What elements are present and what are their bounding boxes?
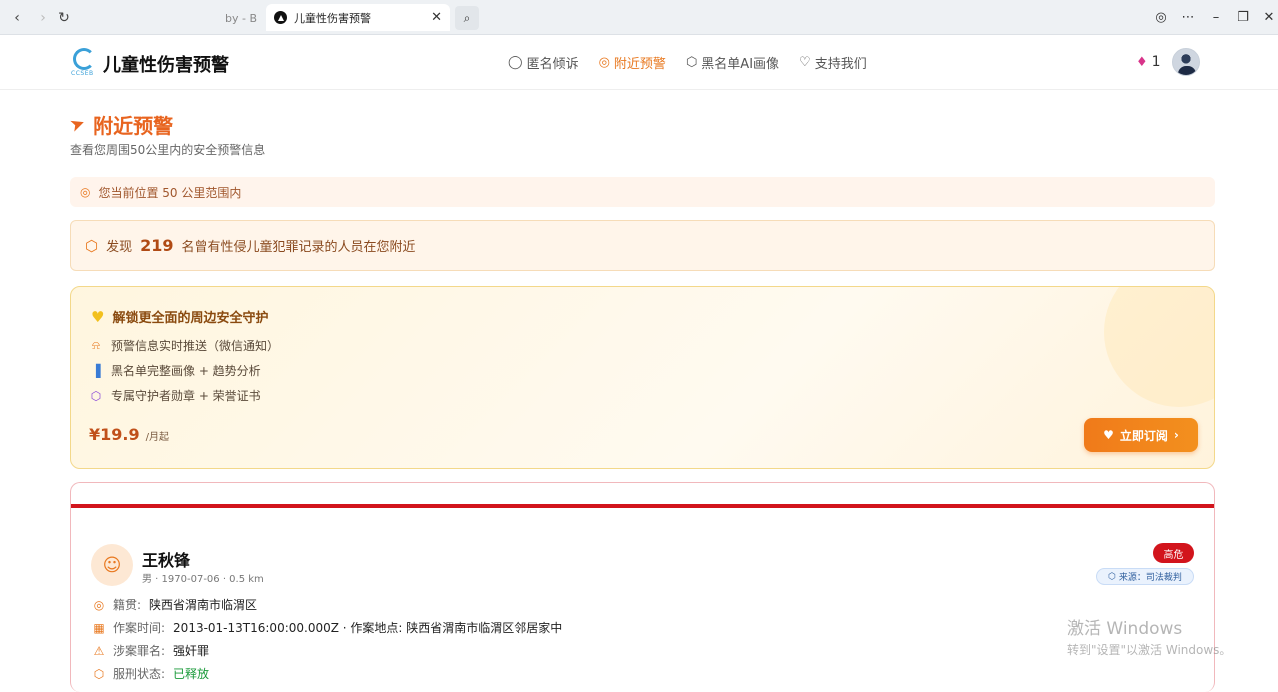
tab-search-icon[interactable]: ⌕	[455, 6, 479, 30]
tab-title: 儿童性伤害预警	[294, 11, 371, 25]
found-suffix: 名曾有性侵儿童犯罪记录的人员在您附近	[181, 240, 416, 255]
page-heading: ➤ 附近预警	[66, 110, 174, 139]
navigation-arrow-icon: ➤	[66, 112, 89, 137]
subscription-promo-card: ♥ 解锁更全面的周边安全守护 ⍾ 预警信息实时推送（微信通知） ▐ 黑名单完整画…	[70, 286, 1215, 469]
feature-text: 预警信息实时推送（微信通知）	[111, 339, 280, 353]
shield-icon: ⬡	[90, 388, 102, 403]
nav-item-blacklist-ai[interactable]: ⬡ 黑名单AI画像	[686, 53, 779, 72]
page-subtitle: 查看您周围50公里内的安全预警信息	[70, 143, 266, 157]
current-location-bar: ◎ 您当前位置 50 公里范围内	[70, 177, 1215, 207]
location-pin-icon: ◎	[598, 55, 610, 70]
found-count: 219	[140, 236, 174, 255]
main-nav: ◯ 匿名倾诉 ◎ 附近预警 ⬡ 黑名单AI画像 ♡ 支持我们	[508, 53, 867, 72]
shield-icon: ⬡	[1108, 571, 1116, 582]
restore-icon[interactable]: ❐	[1232, 0, 1254, 35]
chevron-right-icon: ›	[1173, 428, 1179, 442]
chat-icon: ◯	[508, 55, 523, 70]
offender-name: 王秋锋	[142, 551, 191, 570]
browser-tab-active[interactable]: 儿童性伤害预警 ✕	[266, 4, 450, 31]
source-badge: ⬡ 来源：司法裁判	[1096, 568, 1194, 585]
nav-label: 附近预警	[613, 57, 666, 72]
nav-label: 支持我们	[814, 57, 867, 72]
nav-item-support-us[interactable]: ♡ 支持我们	[799, 53, 867, 72]
close-window-icon[interactable]: ✕	[1258, 0, 1278, 35]
risk-badge: 高危	[1153, 543, 1194, 563]
promo-feature-profile: ▐ 黑名单完整画像 + 趋势分析	[89, 362, 261, 379]
detail-crime-time: ▦ 作案时间: 2013-01-13T16:00:00.000Z · 作案地点:…	[93, 619, 562, 636]
back-icon[interactable]: ‹	[8, 0, 26, 35]
detail-value: 2013-01-13T16:00:00.000Z · 作案地点: 陕西省渭南市临…	[173, 621, 563, 635]
person-icon: ☺	[91, 544, 133, 586]
detail-hometown: ◎ 籍贯: 陕西省渭南市临渭区	[93, 596, 257, 613]
feature-text: 专属守护者勋章 + 荣誉证书	[111, 389, 261, 403]
shield-icon: ⬡	[93, 666, 105, 681]
watermark-line1: 激活 Windows	[1067, 619, 1183, 639]
detail-value: 陕西省渭南市临渭区	[149, 598, 258, 612]
site-title[interactable]: 儿童性伤害预警	[103, 51, 229, 77]
more-options-icon[interactable]: ⋯	[1177, 0, 1199, 35]
heart-icon: ♥	[91, 307, 105, 326]
promo-title-text: 解锁更全面的周边安全守护	[112, 311, 269, 326]
forward-icon[interactable]: ›	[34, 0, 52, 35]
promo-feature-push: ⍾ 预警信息实时推送（微信通知）	[89, 337, 279, 354]
gem-icon: ♦	[1136, 54, 1148, 70]
offender-meta: 男 · 1970-07-06 · 0.5 km	[142, 574, 264, 585]
heart-icon: ♡	[799, 55, 811, 70]
nav-label: 黑名单AI画像	[701, 57, 780, 72]
promo-feature-badge: ⬡ 专属守护者勋章 + 荣誉证书	[89, 387, 261, 404]
bar-chart-icon: ▐	[91, 363, 101, 378]
location-text: 您当前位置 50 公里范围内	[98, 185, 242, 200]
offender-card[interactable]: ☺ 王秋锋 男 · 1970-07-06 · 0.5 km 高危 ⬡ 来源：司法…	[70, 482, 1215, 692]
points-counter[interactable]: ♦ 1	[1136, 54, 1161, 70]
decorative-circle	[1104, 287, 1214, 407]
points-value: 1	[1151, 54, 1161, 70]
site-header: CCSEB 儿童性伤害预警 ◯ 匿名倾诉 ◎ 附近预警 ⬡ 黑名单AI画像 ♡ …	[0, 35, 1278, 90]
promo-price: ¥19.9 /月起	[89, 425, 169, 444]
detail-value: 强奸罪	[173, 644, 210, 658]
found-count-alert: ⬡ 发现 219 名曾有性侵儿童犯罪记录的人员在您附近	[70, 220, 1215, 271]
site-favicon-icon	[274, 11, 287, 24]
heart-icon: ♥	[1103, 428, 1114, 442]
price-unit: /月起	[145, 432, 169, 443]
logo-text: CCSEB	[71, 70, 94, 77]
price-value: ¥19.9	[89, 425, 140, 444]
logo-mark-icon	[73, 48, 95, 70]
source-text: 来源：司法裁判	[1118, 573, 1182, 583]
bell-icon: ⍾	[92, 338, 100, 352]
minimize-icon[interactable]: –	[1205, 0, 1227, 35]
feature-text: 黑名单完整画像 + 趋势分析	[111, 364, 261, 378]
reload-icon[interactable]: ↻	[56, 0, 72, 35]
calendar-icon: ▦	[93, 620, 105, 635]
page-title: 附近预警	[93, 114, 174, 138]
subscribe-button[interactable]: ♥ 立即订阅 ›	[1084, 418, 1198, 452]
nav-item-anonymous-talk[interactable]: ◯ 匿名倾诉	[508, 53, 579, 72]
site-logo[interactable]: CCSEB	[71, 48, 97, 78]
warning-icon: ⚠	[93, 643, 105, 658]
risk-stripe	[71, 504, 1214, 508]
browser-toolbar: ‹ › ↻ by - B 儿童性伤害预警 ✕ ⌕ ◎ ⋯ – ❐ ✕	[0, 0, 1278, 35]
globe-icon[interactable]: ◎	[1150, 0, 1172, 35]
nav-label: 匿名倾诉	[526, 57, 579, 72]
browser-tab-previous[interactable]: by - B	[75, 6, 261, 30]
location-pin-icon: ◎	[80, 185, 91, 199]
nav-item-nearby-alerts[interactable]: ◎ 附近预警	[599, 53, 666, 72]
location-pin-icon: ◎	[93, 597, 105, 612]
detail-value: 已释放	[173, 667, 210, 681]
detail-label: 服刑状态:	[113, 667, 166, 681]
user-avatar[interactable]	[1172, 48, 1200, 76]
shield-icon: ⬡	[685, 55, 698, 70]
subscribe-label: 立即订阅	[1119, 428, 1168, 443]
watermark-line2: 转到"设置"以激活 Windows。	[1067, 643, 1232, 657]
promo-title: ♥ 解锁更全面的周边安全守护	[91, 307, 269, 327]
detail-charge: ⚠ 涉案罪名: 强奸罪	[93, 642, 209, 659]
found-prefix: 发现	[106, 240, 133, 255]
detail-label: 籍贯:	[113, 598, 142, 612]
windows-activation-watermark: 激活 Windows 转到"设置"以激活 Windows。	[1067, 614, 1231, 658]
close-tab-icon[interactable]: ✕	[431, 10, 442, 25]
detail-label: 作案时间:	[113, 621, 166, 635]
shield-icon: ⬡	[85, 236, 99, 255]
detail-sentence-status: ⬡ 服刑状态: 已释放	[93, 665, 209, 682]
detail-label: 涉案罪名:	[113, 644, 166, 658]
